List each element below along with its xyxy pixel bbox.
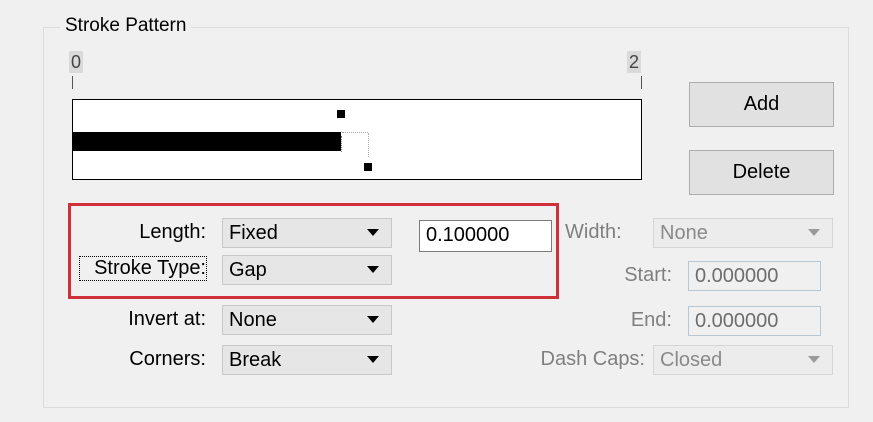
- invert-at-combo[interactable]: None: [222, 305, 392, 335]
- triangle-down-icon: [808, 356, 820, 363]
- gap-guide-left: [341, 136, 343, 152]
- width-label: Width:: [565, 221, 622, 243]
- group-title: Stroke Pattern: [60, 15, 192, 37]
- ruler-start-label: 0: [69, 51, 84, 73]
- gap-guide-right: [368, 133, 369, 157]
- ruler-end-tick: [641, 76, 642, 89]
- corners-combo[interactable]: Break: [222, 345, 392, 375]
- dash-caps-combo[interactable]: Closed: [653, 345, 833, 375]
- stroke-pattern-canvas[interactable]: [72, 99, 642, 180]
- dash-segment[interactable]: [73, 132, 341, 151]
- gap-guide-top: [342, 132, 368, 133]
- corners-combo-value: Break: [229, 349, 282, 371]
- invert-at-label: Invert at:: [128, 308, 206, 330]
- triangle-down-icon: [808, 229, 820, 236]
- ruler-end-label: 2: [627, 51, 642, 73]
- end-label: End:: [630, 309, 672, 331]
- start-label: Start:: [624, 264, 672, 286]
- top-handle[interactable]: [337, 110, 345, 118]
- highlight-annotation: [68, 203, 559, 299]
- width-combo[interactable]: None: [653, 218, 833, 248]
- dash-caps-combo-value: Closed: [660, 349, 723, 371]
- bottom-handle[interactable]: [364, 163, 372, 171]
- width-combo-value: None: [660, 222, 708, 244]
- add-button[interactable]: Add: [689, 82, 834, 127]
- delete-button[interactable]: Delete: [689, 150, 834, 195]
- corners-label: Corners:: [129, 348, 206, 370]
- end-input[interactable]: 0.000000: [688, 306, 821, 336]
- triangle-down-icon: [367, 356, 379, 363]
- invert-at-combo-value: None: [229, 309, 277, 331]
- start-input[interactable]: 0.000000: [688, 261, 821, 291]
- dash-caps-label: Dash Caps:: [540, 348, 646, 370]
- ruler-start-tick: [72, 76, 73, 89]
- triangle-down-icon: [367, 316, 379, 323]
